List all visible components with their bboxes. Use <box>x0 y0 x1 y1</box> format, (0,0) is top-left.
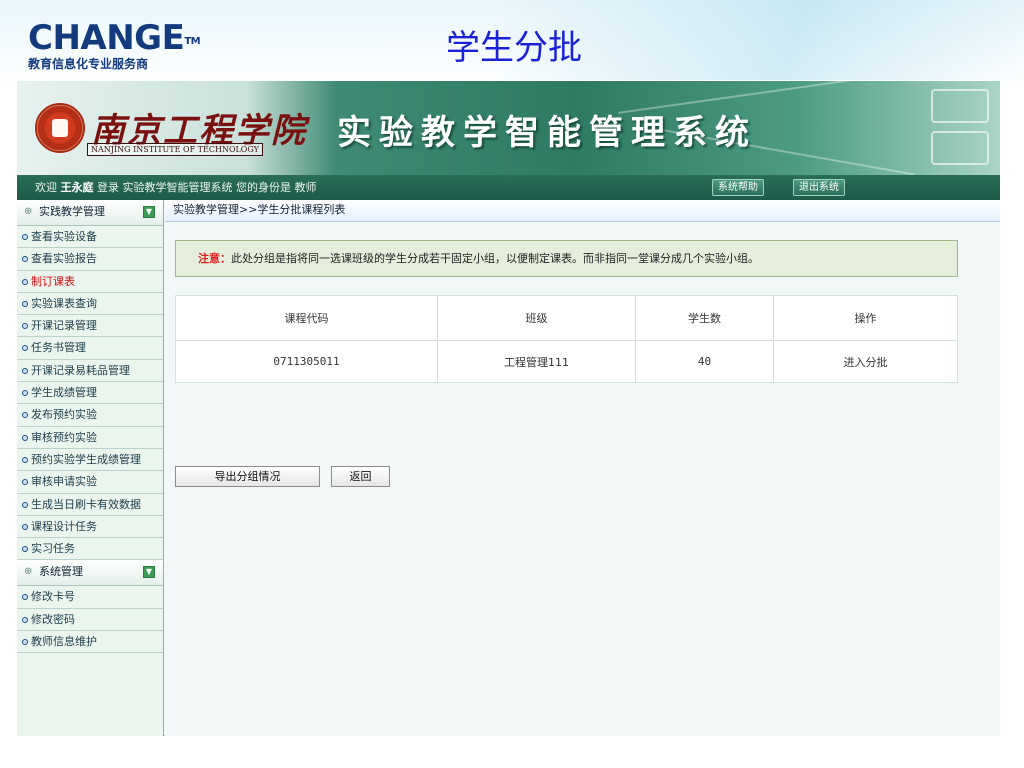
sidebar-item[interactable]: 生成当日刷卡有效数据 <box>17 494 163 516</box>
login-text: 登录 实验教学智能管理系统 <box>97 181 233 194</box>
app-window: 南京工程学院 NANJING INSTITUTE OF TECHNOLOGY 实… <box>17 81 1000 736</box>
sidebar-item[interactable]: 查看实验报告 <box>17 248 163 271</box>
sidebar-item[interactable]: 开课记录管理 <box>17 315 163 338</box>
sidebar-item-label: 预约实验学生成绩管理 <box>31 452 141 466</box>
breadcrumb: 实验教学管理>>学生分批课程列表 <box>165 200 1000 222</box>
slide-title: 学生分批 <box>446 28 582 68</box>
notice-label: 注意： <box>198 252 231 265</box>
column-header-actions: 操作 <box>773 295 958 341</box>
sidebar-group-label: 实践教学管理 <box>39 205 105 218</box>
bullet-icon <box>22 300 28 307</box>
sidebar-item[interactable]: 查看实验设备 <box>17 226 163 249</box>
sidebar-item[interactable]: 预约实验学生成绩管理 <box>17 449 163 472</box>
sidebar-group-label: 系统管理 <box>39 565 83 579</box>
column-header-course-code: 课程代码 <box>175 295 438 341</box>
sidebar-item[interactable]: 审核申请实验 <box>17 471 163 494</box>
main-content: 实验教学管理>>学生分批课程列表 注意：此处分组是指将同一选课班级的学生分成若干… <box>165 200 1000 736</box>
role-text: 您的身份是 教师 <box>236 181 317 194</box>
sidebar-item-label: 实习任务 <box>31 542 75 556</box>
sidebar-item-label: 查看实验设备 <box>31 230 97 243</box>
sidebar-item[interactable]: 学生成绩管理 <box>17 382 163 405</box>
expand-plus-icon: ⊕ <box>24 566 33 578</box>
bullet-icon <box>22 256 28 263</box>
bullet-icon <box>22 594 28 601</box>
logout-button[interactable]: 退出系统 <box>793 179 845 196</box>
bullet-icon <box>22 278 28 285</box>
bullet-icon <box>22 479 28 486</box>
sidebar-item-label: 实验课表查询 <box>31 296 97 310</box>
column-header-class: 班级 <box>437 295 636 341</box>
sidebar-item-label: 查看实验报告 <box>31 252 97 266</box>
bullet-icon <box>22 523 28 530</box>
bullet-icon <box>22 412 28 419</box>
course-table: 课程代码 班级 学生数 操作 0711305011 工程管理111 40 进入分… <box>175 295 958 383</box>
bullet-icon <box>22 434 28 441</box>
sidebar-item-label: 修改密码 <box>31 612 75 626</box>
school-seal-icon <box>35 103 85 153</box>
sidebar-item[interactable]: 修改卡号 <box>17 586 163 609</box>
sidebar-item[interactable]: 实验课表查询 <box>17 293 163 316</box>
bullet-icon <box>22 323 28 330</box>
export-groups-button[interactable]: 导出分组情况 <box>175 466 320 487</box>
system-name: 实验教学智能管理系统 <box>337 113 757 153</box>
notice-box: 注意：此处分组是指将同一选课班级的学生分成若干固定小组，以便制定课表。而非指同一… <box>175 240 958 277</box>
bullet-icon <box>22 390 28 397</box>
sidebar-item-label: 课程设计任务 <box>31 519 97 533</box>
collapse-arrow-icon[interactable]: ▼ <box>143 206 155 218</box>
table-row: 0711305011 工程管理111 40 进入分批 <box>175 340 958 383</box>
sidebar-item[interactable]: 修改密码 <box>17 609 163 632</box>
sidebar-item-label: 修改卡号 <box>31 590 75 604</box>
table-header-row: 课程代码 班级 学生数 操作 <box>175 295 958 341</box>
bullet-icon <box>22 546 28 553</box>
header-banner: 南京工程学院 NANJING INSTITUTE OF TECHNOLOGY 实… <box>17 81 1000 175</box>
enter-batch-link[interactable]: 进入分批 <box>773 340 958 383</box>
sidebar-item-label: 开课记录易耗品管理 <box>31 363 130 377</box>
bullet-icon <box>22 456 28 463</box>
collapse-arrow-icon[interactable]: ▼ <box>143 566 155 579</box>
cell-course-code: 0711305011 <box>175 340 438 383</box>
cell-student-count: 40 <box>635 340 774 383</box>
sidebar-item-label: 审核预约实验 <box>31 430 97 444</box>
expand-plus-icon: ⊕ <box>24 206 33 217</box>
banner-decoration <box>931 131 989 165</box>
bullet-icon <box>22 234 28 240</box>
sidebar: ⊕ 实践教学管理 ▼ 查看实验设备 查看实验报告 制订课表实验课表查询 开课记录管理任… <box>17 200 164 736</box>
school-english-name: NANJING INSTITUTE OF TECHNOLOGY <box>87 143 263 156</box>
sidebar-item[interactable]: 开课记录易耗品管理 <box>17 360 163 383</box>
back-button[interactable]: 返回 <box>331 466 390 487</box>
bullet-icon <box>22 501 28 508</box>
sidebar-item-label: 制订课表 <box>31 274 75 288</box>
sidebar-item[interactable]: 审核预约实验 <box>17 427 163 449</box>
bullet-icon <box>22 367 28 374</box>
sidebar-item[interactable]: 课程设计任务 <box>17 516 163 539</box>
sidebar-item[interactable]: 实习任务 <box>17 538 163 561</box>
sidebar-item-label: 生成当日刷卡有效数据 <box>31 497 141 511</box>
welcome-text: 欢迎 <box>35 181 57 194</box>
sidebar-item-label: 发布预约实验 <box>31 408 97 422</box>
notice-text: 此处分组是指将同一选课班级的学生分成若干固定小组，以便制定课表。而非指同一堂课分… <box>231 252 759 265</box>
user-name: 王永庭 <box>60 181 94 194</box>
sidebar-item-label: 任务书管理 <box>31 341 86 355</box>
column-header-student-count: 学生数 <box>635 295 774 341</box>
bullet-icon <box>22 345 28 352</box>
sidebar-group-system-management[interactable]: ⊕ 系统管理 ▼ <box>17 560 163 587</box>
sidebar-item[interactable]: 教师信息维护 <box>17 631 163 654</box>
cell-class: 工程管理111 <box>437 340 636 383</box>
sidebar-item[interactable]: 发布预约实验 <box>17 404 163 427</box>
sidebar-item-label: 审核申请实验 <box>31 475 97 489</box>
status-bar: 欢迎 王永庭 登录 实验教学智能管理系统 您的身份是 教师 系统帮助 退出系统 <box>17 175 1000 200</box>
sidebar-group-practice-teaching[interactable]: ⊕ 实践教学管理 ▼ <box>17 200 163 226</box>
bullet-icon <box>22 616 28 623</box>
sidebar-item-label: 教师信息维护 <box>31 635 97 649</box>
sidebar-item-label: 学生成绩管理 <box>31 386 97 400</box>
sidebar-item[interactable]: 制订课表 <box>17 271 163 293</box>
help-button[interactable]: 系统帮助 <box>712 179 764 196</box>
sidebar-item[interactable]: 任务书管理 <box>17 337 163 360</box>
sidebar-item-label: 开课记录管理 <box>31 319 97 333</box>
banner-decoration <box>931 89 989 123</box>
bullet-icon <box>22 639 28 646</box>
